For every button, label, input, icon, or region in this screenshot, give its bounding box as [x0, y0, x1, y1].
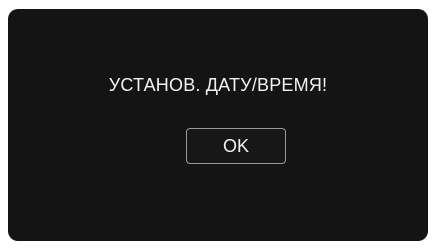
- ok-button[interactable]: OK: [186, 128, 286, 164]
- camera-screen: УСТАНОВ. ДАТУ/ВРЕМЯ! OK: [8, 9, 428, 241]
- set-date-time-message: УСТАНОВ. ДАТУ/ВРЕМЯ!: [108, 75, 328, 95]
